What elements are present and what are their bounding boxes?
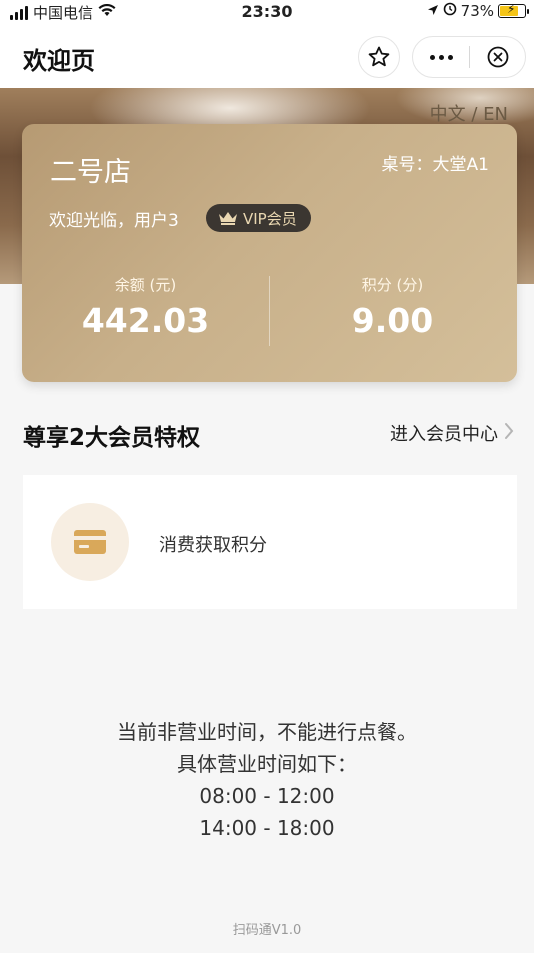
star-icon bbox=[368, 46, 390, 67]
table-number: 桌号：大堂A1 bbox=[381, 155, 489, 175]
more-icon bbox=[429, 54, 435, 60]
welcome-text: 欢迎光临，用户3 bbox=[49, 211, 179, 231]
crown-icon bbox=[219, 212, 237, 225]
hours-morning: 08:00 - 12:00 bbox=[199, 784, 335, 808]
balance-label: 余额 (元) bbox=[114, 276, 177, 294]
member-center-link[interactable]: 进入会员中心 bbox=[390, 420, 514, 446]
points-value: 9.00 bbox=[351, 301, 434, 340]
favorite-button[interactable] bbox=[358, 36, 400, 78]
battery-percent: 73% bbox=[460, 2, 494, 20]
member-center-label: 进入会员中心 bbox=[390, 424, 498, 445]
privileges-title: 尊享2大会员特权 bbox=[23, 425, 201, 451]
page-title: 欢迎页 bbox=[23, 47, 95, 75]
business-hours-notice: 当前非营业时间，不能进行点餐。 具体营业时间如下： 08:00 - 12:00 … bbox=[0, 716, 534, 844]
alarm-icon bbox=[443, 2, 457, 20]
notice-line-2: 具体营业时间如下： bbox=[177, 752, 357, 776]
vip-label: VIP会员 bbox=[243, 209, 297, 228]
balance-value: 442.03 bbox=[81, 301, 210, 340]
notice-line-1: 当前非营业时间，不能进行点餐。 bbox=[117, 720, 417, 744]
status-right: 73% ⚡ bbox=[427, 2, 529, 20]
privilege-panel: 消费获取积分 bbox=[23, 475, 517, 609]
battery-icon: ⚡ bbox=[498, 2, 529, 18]
points-label: 积分 (分) bbox=[361, 276, 424, 294]
store-name: 二号店 bbox=[50, 157, 131, 188]
mini-program-capsule bbox=[412, 36, 526, 78]
language-toggle[interactable]: 中文 / EN bbox=[430, 100, 508, 126]
member-card: 二号店 桌号：大堂A1 欢迎光临，用户3 VIP会员 余额 (元) 442.03… bbox=[22, 124, 517, 382]
nav-bar: 欢迎页 bbox=[0, 24, 534, 88]
location-icon bbox=[427, 2, 439, 20]
balance-stat[interactable]: 余额 (元) 442.03 bbox=[22, 274, 269, 340]
card-icon bbox=[74, 530, 106, 554]
close-circle-icon bbox=[487, 46, 508, 68]
chevron-right-icon bbox=[504, 421, 514, 445]
points-stat[interactable]: 积分 (分) 9.00 bbox=[269, 274, 516, 340]
privilege-icon-circle bbox=[51, 503, 129, 581]
close-button[interactable] bbox=[470, 37, 525, 77]
hours-afternoon: 14:00 - 18:00 bbox=[199, 816, 335, 840]
privilege-label: 消费获取积分 bbox=[159, 535, 267, 556]
version-footer: 扫码通V1.0 bbox=[232, 923, 302, 938]
vip-badge: VIP会员 bbox=[206, 204, 311, 232]
status-bar: 中国电信 23:30 73% ⚡ bbox=[0, 0, 534, 24]
more-button[interactable] bbox=[413, 37, 469, 77]
